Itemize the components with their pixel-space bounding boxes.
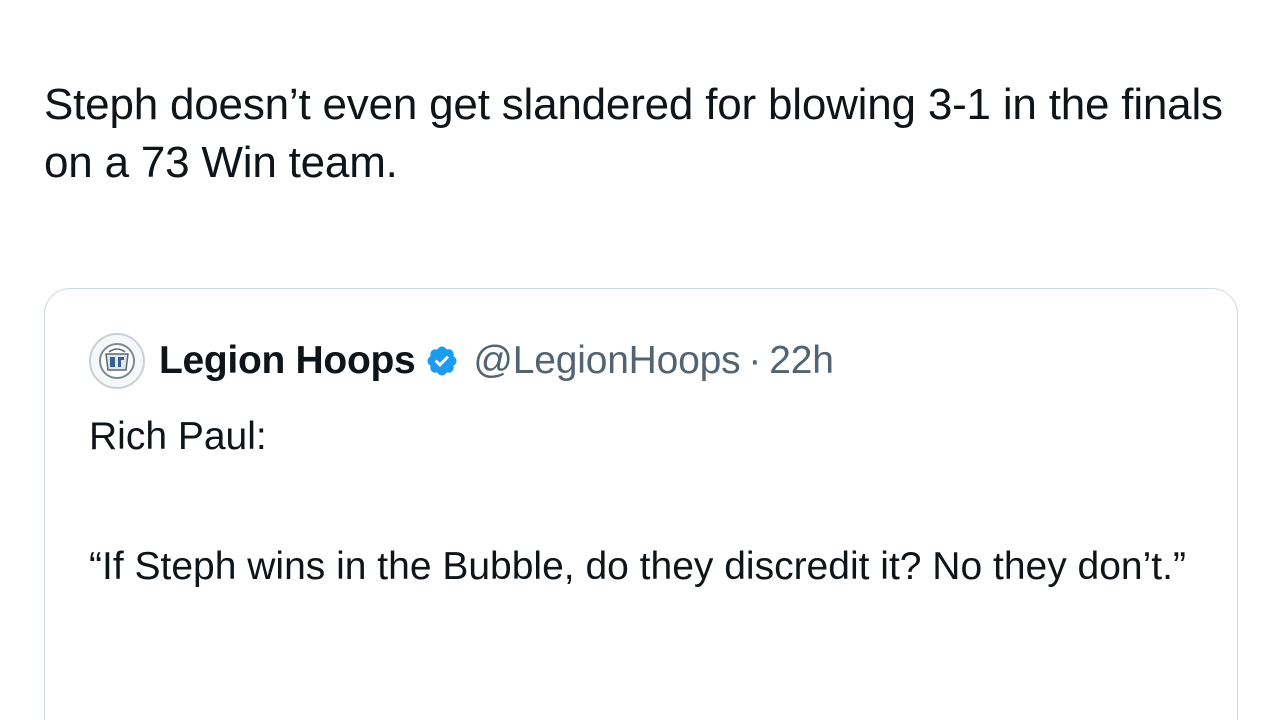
tweet-text: Steph doesn’t even get slandered for blo…: [44, 80, 1223, 188]
avatar[interactable]: [89, 333, 145, 389]
handle[interactable]: @LegionHoops: [473, 339, 740, 383]
separator-dot: ·: [748, 339, 762, 382]
quoted-tweet-quote: “If Steph wins in the Bubble, do they di…: [89, 545, 1186, 588]
display-name[interactable]: Legion Hoops: [159, 339, 416, 383]
verified-badge-icon: [425, 344, 459, 378]
timestamp[interactable]: 22h: [769, 339, 834, 383]
quoted-tweet-line: Rich Paul:: [89, 415, 267, 458]
tweet-screenshot: Steph doesn’t even get slandered for blo…: [0, 0, 1280, 720]
quoted-tweet-header: Legion Hoops @LegionHoops · 22h: [89, 333, 834, 389]
quoted-tweet-card[interactable]: Legion Hoops @LegionHoops · 22h Rich Pau…: [44, 288, 1238, 720]
legion-hoops-logo-icon: [99, 343, 135, 379]
